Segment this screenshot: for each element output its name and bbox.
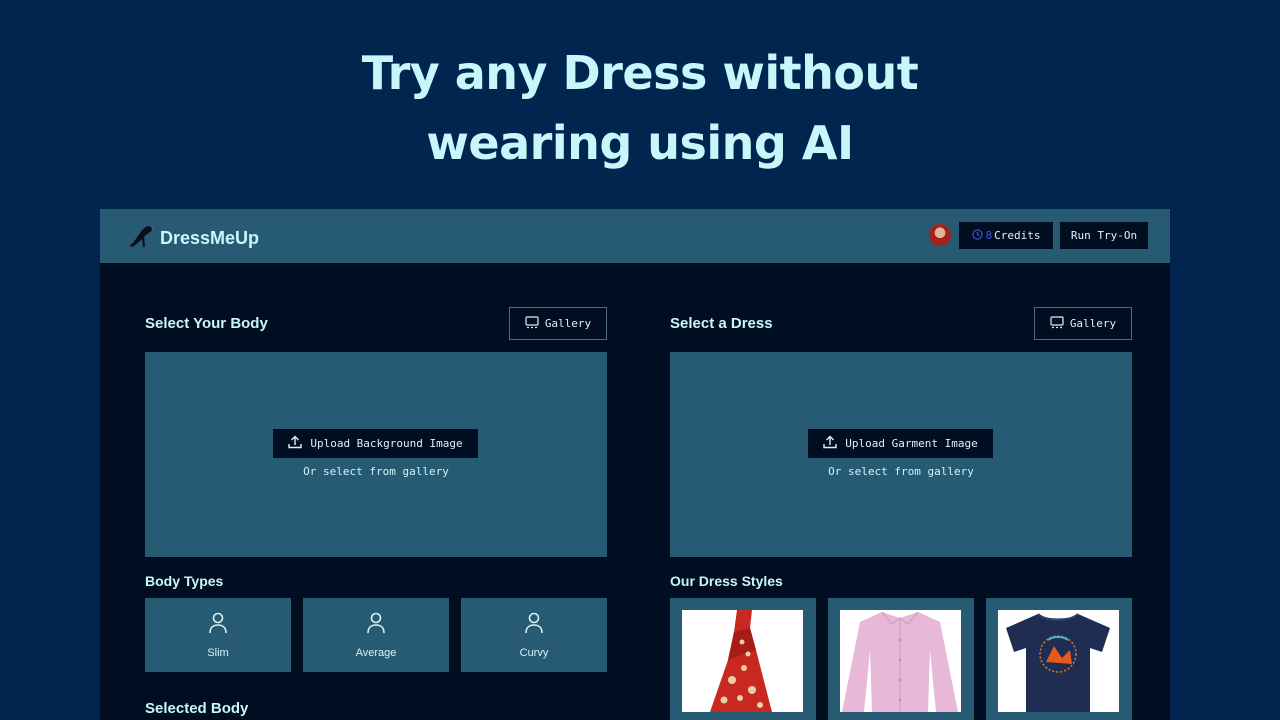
gallery-icon: [1050, 315, 1070, 332]
dress-style-navy-tshirt[interactable]: [986, 598, 1132, 720]
credits-label: Credits: [994, 229, 1041, 242]
body-type-label: Slim: [207, 647, 229, 659]
body-types-title: Body Types: [145, 573, 224, 589]
body-upload-zone[interactable]: Upload Background Image Or select from g…: [145, 352, 607, 557]
select-body-title: Select Your Body: [145, 315, 268, 332]
body-upload-hint: Or select from gallery: [303, 465, 449, 478]
body-type-label: Average: [355, 647, 397, 659]
user-icon: [524, 598, 544, 639]
select-dress-title: Select a Dress: [670, 315, 773, 332]
dress-gallery-label: Gallery: [1069, 317, 1117, 330]
body-type-curvy[interactable]: Curvy: [461, 598, 607, 672]
floral-dress-image: [682, 610, 803, 712]
upload-icon: [823, 435, 845, 452]
dress-style-pink-shirt[interactable]: [828, 598, 974, 720]
upload-icon: [288, 435, 310, 452]
dress-gallery-button[interactable]: Gallery: [1034, 307, 1132, 340]
body-type-label: Curvy: [519, 647, 549, 659]
upload-garment-label: Upload Garment Image: [845, 437, 978, 450]
dress-style-floral-dress[interactable]: [670, 598, 816, 720]
upload-background-label: Upload Background Image: [310, 437, 463, 450]
body-type-average[interactable]: Average: [303, 598, 449, 672]
brand-name: DressMeUp: [160, 228, 260, 248]
body-gallery-button[interactable]: Gallery: [509, 307, 607, 340]
upload-background-button[interactable]: Upload Background Image: [273, 429, 478, 458]
gallery-icon: [525, 315, 545, 332]
navy-tshirt-image: [998, 610, 1119, 712]
user-icon: [208, 598, 228, 639]
body-gallery-label: Gallery: [544, 317, 592, 330]
hero-title-line-2: wearing using AI: [426, 116, 854, 170]
selected-body-title: Selected Body: [145, 700, 249, 717]
clock-icon: [971, 228, 983, 243]
hero-title: Try any Dress without wearing using AI: [0, 38, 1280, 178]
navbar: DressMeUp 8 Credits Run Try-On: [100, 209, 1170, 263]
hero-title-line-1: Try any Dress without: [361, 46, 919, 100]
pink-shirt-image: [840, 610, 961, 712]
dress-upload-hint: Or select from gallery: [828, 465, 974, 478]
user-icon: [366, 598, 386, 639]
dress-styles-title: Our Dress Styles: [670, 573, 783, 589]
credits-count: 8: [985, 229, 993, 242]
app-window: DressMeUp 8 Credits Run Try-On Select Yo…: [100, 209, 1170, 720]
body-type-slim[interactable]: Slim: [145, 598, 291, 672]
high-heel-icon: [127, 223, 155, 254]
avatar[interactable]: [929, 224, 951, 246]
dress-upload-zone[interactable]: Upload Garment Image Or select from gall…: [670, 352, 1132, 557]
brand[interactable]: DressMeUp: [127, 223, 259, 254]
upload-garment-button[interactable]: Upload Garment Image: [808, 429, 993, 458]
credits-button[interactable]: 8 Credits: [959, 222, 1053, 249]
run-try-on-button[interactable]: Run Try-On: [1060, 222, 1148, 249]
